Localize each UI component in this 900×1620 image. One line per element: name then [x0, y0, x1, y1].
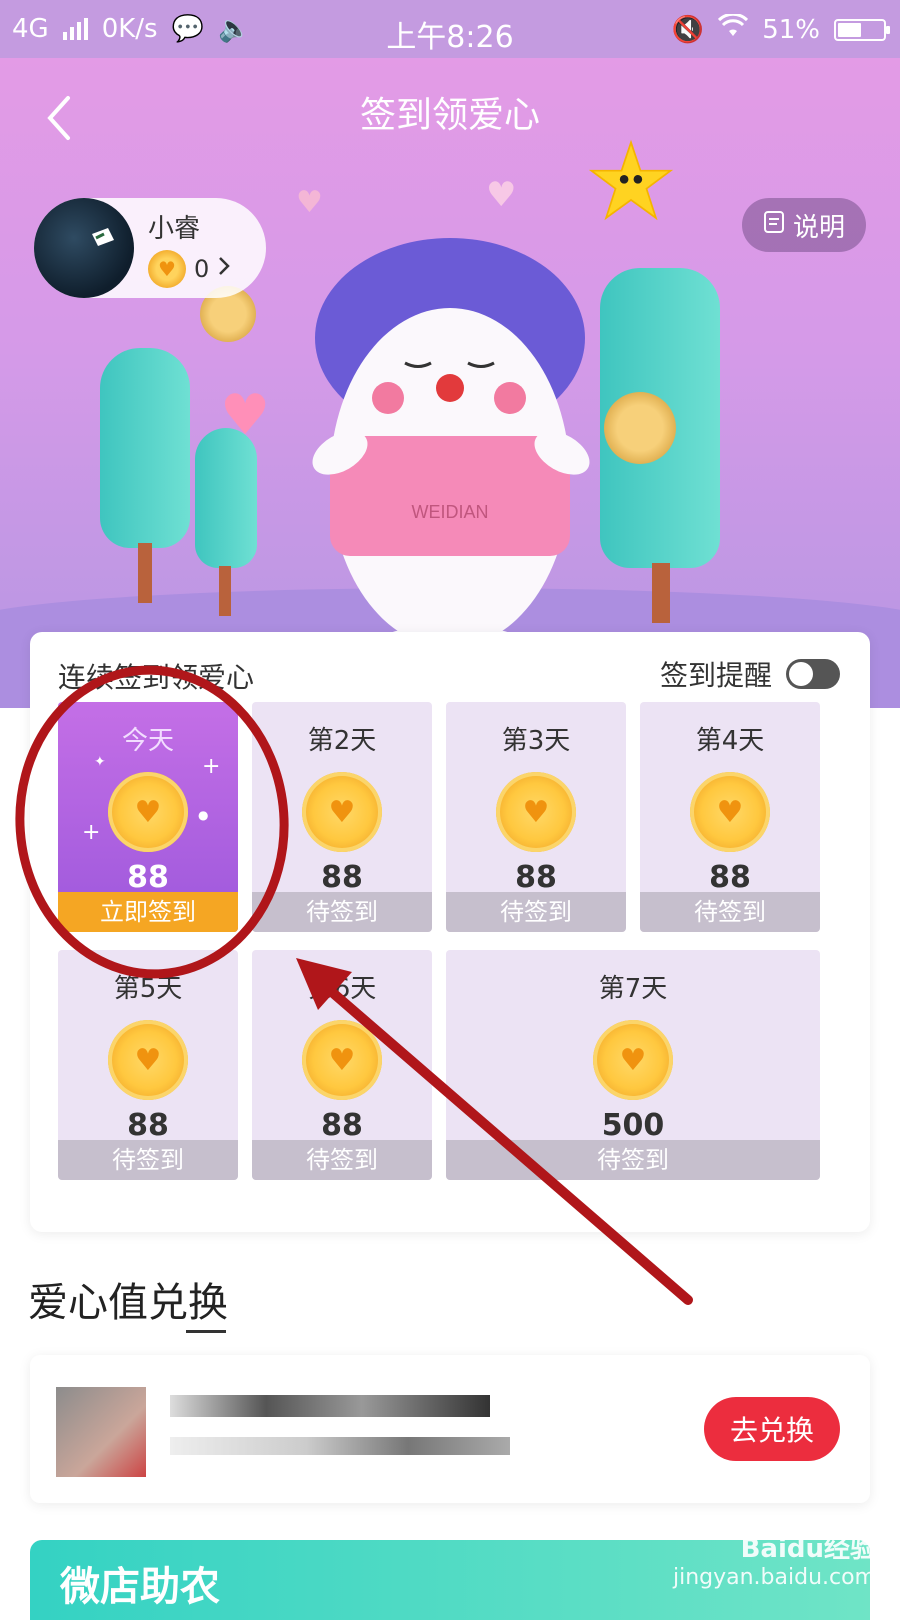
day-label: 第6天 [307, 974, 377, 1004]
mute-icon: 🔇 [671, 14, 705, 45]
tree-decoration [195, 428, 257, 618]
heart-icon: ♥ [486, 175, 517, 215]
battery-icon [834, 18, 890, 41]
day-status: 待签到 [252, 892, 432, 932]
day-label: 今天 [121, 726, 174, 756]
heart-coin-icon: ♥ [108, 1020, 188, 1100]
day-amount: 88 [127, 1108, 169, 1143]
day-amount: 88 [127, 860, 169, 895]
chevron-right-icon [217, 255, 231, 283]
day-amount: 500 [601, 1108, 665, 1143]
heart-coin-icon: ♥ [593, 1020, 673, 1100]
battery-percent: 51% [762, 14, 820, 45]
page-title: 签到领爱心 [359, 95, 540, 136]
avatar [34, 198, 134, 298]
day-status: 待签到 [58, 1140, 238, 1180]
reminder-label: 签到提醒 [659, 659, 772, 692]
user-points[interactable]: ♥ 0 [148, 250, 231, 288]
signin-now-button[interactable]: 立即签到 [58, 892, 238, 932]
day-label: 第4天 [695, 726, 765, 756]
points-value: 0 [194, 255, 210, 283]
reminder-row: 签到提醒 [660, 654, 840, 694]
explain-button[interactable]: 说明 [742, 198, 866, 252]
exchange-button[interactable]: 去兑换 [704, 1397, 840, 1461]
explain-label: 说明 [792, 212, 845, 243]
day-amount: 88 [515, 860, 557, 895]
exchange-item[interactable]: 去兑换 [30, 1355, 870, 1503]
floating-coin [604, 392, 676, 464]
day-tile: 第6天 ♥ 88 待签到 [252, 950, 432, 1180]
day-tile-final: 第7天 ♥ 500 待签到 [446, 950, 820, 1180]
star-icon [588, 138, 674, 224]
heart-coin-icon: ♥ [108, 772, 188, 852]
product-desc-blurred [170, 1437, 510, 1455]
watermark-url: jingyan.baidu.com [672, 1565, 876, 1590]
heart-coin-icon: ♥ [148, 250, 186, 288]
product-thumbnail [56, 1387, 146, 1477]
day-tile-today[interactable]: ✦ + + ● 今天 ♥ 88 立即签到 [58, 702, 238, 932]
user-name: 小睿 [148, 214, 201, 244]
day-status: 待签到 [252, 1140, 432, 1180]
day-amount: 88 [321, 860, 363, 895]
mascot-illustration: WEIDIAN [300, 228, 600, 668]
heart-coin-icon: ♥ [302, 772, 382, 852]
day-tile: 第3天 ♥ 88 待签到 [446, 702, 626, 932]
watermark-brand: Baidu经验 [740, 1534, 876, 1564]
heart-icon: ♥ [220, 383, 271, 448]
hero-banner: 签到领爱心 ♥ ♥ ♥ 说明 小睿 ♥ 0 WEIDIAN [0, 58, 900, 708]
signin-title: 连续签到领爱心 [58, 661, 255, 694]
heart-coin-icon: ♥ [690, 772, 770, 852]
document-icon [763, 210, 785, 241]
exchange-title: 爱心值兑换 [28, 1280, 228, 1326]
mascot-shirt-text: WEIDIAN [411, 502, 488, 522]
day-status: 待签到 [446, 1140, 820, 1180]
day-label: 第5天 [113, 974, 183, 1004]
day-status: 待签到 [446, 892, 626, 932]
day-label: 第7天 [598, 974, 668, 1004]
reminder-toggle[interactable] [786, 659, 840, 689]
day-tile: 第2天 ♥ 88 待签到 [252, 702, 432, 932]
day-amount: 88 [321, 1108, 363, 1143]
day-label: 第3天 [501, 726, 571, 756]
day-tile: 第4天 ♥ 88 待签到 [640, 702, 820, 932]
watermark: Baidu经验 jingyan.baidu.com [673, 1528, 876, 1590]
status-bar: 4G 0K/s 💬 🔈 上午8:26 🔇 51% [0, 0, 900, 58]
day-status: 待签到 [640, 892, 820, 932]
section-underline [186, 1330, 226, 1333]
heart-icon: ♥ [296, 185, 323, 220]
promo-text: 微店助农 [60, 1564, 220, 1610]
heart-coin-icon: ♥ [496, 772, 576, 852]
signin-card: 连续签到领爱心 签到提醒 ✦ + + ● 今天 ♥ 88 立即签到 第2天 ♥ … [30, 632, 870, 1232]
tree-decoration [100, 348, 190, 608]
wifi-icon [718, 12, 749, 45]
day-tile: 第5天 ♥ 88 待签到 [58, 950, 238, 1180]
product-name-blurred [170, 1395, 490, 1417]
day-amount: 88 [709, 860, 751, 895]
status-right: 🔇 51% [671, 12, 890, 45]
heart-coin-icon: ♥ [302, 1020, 382, 1100]
user-card[interactable]: 小睿 ♥ 0 [34, 198, 266, 298]
day-label: 第2天 [307, 726, 377, 756]
